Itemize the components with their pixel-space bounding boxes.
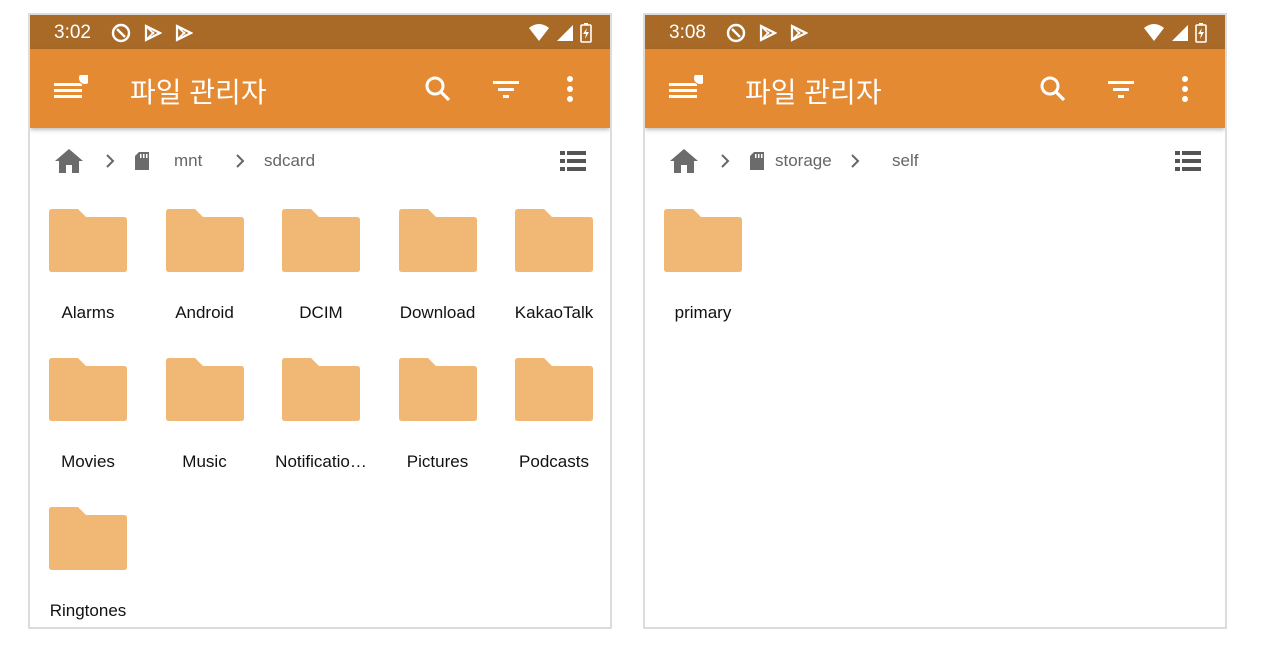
folder-item[interactable]: Movies bbox=[30, 356, 146, 496]
folder-label: Alarms bbox=[61, 303, 115, 322]
more-vert-icon bbox=[567, 76, 573, 102]
breadcrumb-segment[interactable]: storage bbox=[775, 145, 832, 177]
filter-button[interactable] bbox=[1105, 73, 1137, 105]
breadcrumb-home[interactable] bbox=[669, 145, 699, 177]
folder-icon bbox=[398, 358, 477, 421]
folder-item[interactable]: Pictures bbox=[380, 356, 496, 496]
status-time: 3:08 bbox=[669, 22, 706, 43]
battery-charging-icon bbox=[580, 23, 592, 43]
menu-button[interactable] bbox=[669, 71, 707, 103]
file-manager-window-right: 3:08 파일 관리자 storage self primary bbox=[643, 13, 1227, 629]
menu-icon bbox=[54, 71, 92, 98]
folder-item[interactable]: Notificatio… bbox=[263, 356, 379, 496]
folder-label: Movies bbox=[61, 452, 115, 471]
folder-icon bbox=[165, 209, 244, 272]
list-view-icon bbox=[560, 151, 586, 171]
play-store-icon bbox=[175, 24, 193, 42]
chevron-right-icon bbox=[719, 145, 731, 177]
folder-label: Pictures bbox=[406, 452, 469, 471]
folder-item[interactable]: Podcasts bbox=[496, 356, 610, 496]
folder-icon bbox=[49, 209, 127, 272]
breadcrumb: mnt sdcard bbox=[30, 145, 610, 177]
more-options-button[interactable] bbox=[1169, 73, 1201, 105]
wifi-icon bbox=[529, 24, 549, 41]
app-title: 파일 관리자 bbox=[130, 77, 267, 108]
app-bar: 파일 관리자 bbox=[30, 49, 610, 128]
folder-label: Music bbox=[182, 452, 227, 471]
folder-label: Android bbox=[175, 303, 234, 322]
folder-icon bbox=[398, 209, 477, 272]
folder-label: primary bbox=[674, 303, 732, 322]
more-options-button[interactable] bbox=[554, 73, 586, 105]
folder-item[interactable]: Music bbox=[147, 356, 263, 496]
breadcrumb: storage self bbox=[645, 145, 1225, 177]
view-toggle-button[interactable] bbox=[560, 145, 586, 177]
folder-label: DCIM bbox=[299, 303, 343, 322]
folder-item[interactable]: DCIM bbox=[263, 207, 379, 347]
folder-icon bbox=[165, 358, 244, 421]
folder-icon bbox=[49, 507, 127, 570]
folder-item[interactable]: primary bbox=[645, 207, 761, 347]
wifi-icon bbox=[1144, 24, 1164, 41]
folder-label: Download bbox=[399, 303, 476, 322]
folder-icon bbox=[515, 358, 593, 421]
play-store-icon bbox=[759, 24, 777, 42]
folder-icon bbox=[282, 358, 360, 421]
folder-label: Notificatio… bbox=[275, 452, 367, 471]
folder-label: Ringtones bbox=[49, 601, 127, 620]
file-manager-window-left: 3:02 파일 관리자 mnt sdcard Alarms Android DC… bbox=[28, 13, 612, 629]
folder-label: KakaoTalk bbox=[514, 303, 594, 322]
search-icon bbox=[1040, 76, 1066, 102]
folder-item[interactable]: Download bbox=[380, 207, 496, 347]
home-icon bbox=[670, 149, 698, 173]
folder-icon bbox=[515, 209, 593, 272]
chevron-right-icon bbox=[849, 145, 861, 177]
folder-item[interactable]: Ringtones bbox=[30, 505, 146, 627]
app-bar: 파일 관리자 bbox=[645, 49, 1225, 128]
view-toggle-button[interactable] bbox=[1175, 145, 1201, 177]
status-bar: 3:02 bbox=[30, 15, 610, 49]
search-button[interactable] bbox=[422, 73, 454, 105]
folder-item[interactable]: Android bbox=[147, 207, 263, 347]
folder-item[interactable]: KakaoTalk bbox=[496, 207, 610, 347]
chevron-right-icon bbox=[104, 145, 116, 177]
filter-icon bbox=[493, 81, 519, 98]
home-icon bbox=[55, 149, 83, 173]
signal-icon bbox=[557, 25, 573, 41]
battery-charging-icon bbox=[1195, 23, 1207, 43]
status-bar: 3:08 bbox=[645, 15, 1225, 49]
search-button[interactable] bbox=[1037, 73, 1069, 105]
app-title: 파일 관리자 bbox=[745, 77, 882, 108]
folder-icon bbox=[664, 209, 742, 272]
list-view-icon bbox=[1175, 151, 1201, 171]
folder-icon bbox=[282, 209, 360, 272]
filter-button[interactable] bbox=[490, 73, 522, 105]
breadcrumb-segment[interactable]: mnt bbox=[174, 145, 202, 177]
breadcrumb-segment[interactable]: sdcard bbox=[264, 145, 315, 177]
breadcrumb-segment[interactable]: self bbox=[892, 145, 918, 177]
filter-icon bbox=[1108, 81, 1134, 98]
sd-card-icon bbox=[749, 145, 765, 177]
search-icon bbox=[425, 76, 451, 102]
do-not-disturb-icon bbox=[726, 23, 746, 43]
status-time: 3:02 bbox=[54, 22, 91, 43]
play-store-icon bbox=[144, 24, 162, 42]
signal-icon bbox=[1172, 25, 1188, 41]
folder-icon bbox=[49, 358, 127, 421]
sd-card-icon bbox=[134, 145, 150, 177]
menu-icon bbox=[669, 71, 707, 98]
folder-label: Podcasts bbox=[519, 452, 589, 471]
menu-button[interactable] bbox=[54, 71, 92, 103]
folder-item[interactable]: Alarms bbox=[30, 207, 146, 347]
breadcrumb-home[interactable] bbox=[54, 145, 84, 177]
more-vert-icon bbox=[1182, 76, 1188, 102]
do-not-disturb-icon bbox=[111, 23, 131, 43]
play-store-icon bbox=[790, 24, 808, 42]
chevron-right-icon bbox=[234, 145, 246, 177]
